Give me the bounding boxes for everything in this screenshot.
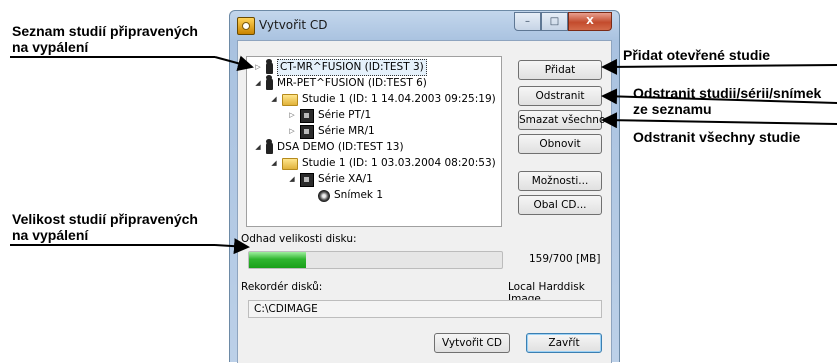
annotation-arrows bbox=[10, 55, 837, 255]
